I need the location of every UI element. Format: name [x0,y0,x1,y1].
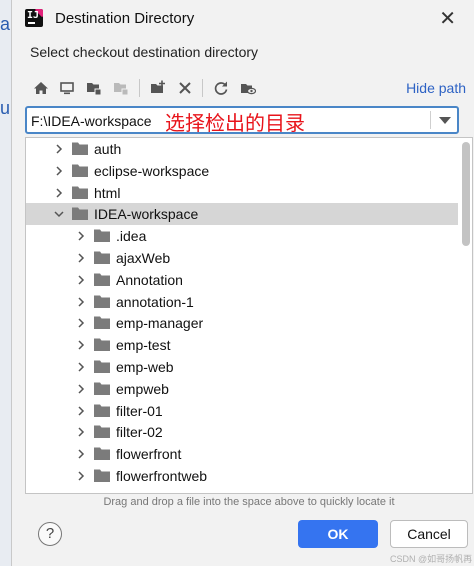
chevron-right-icon[interactable] [76,447,86,461]
chevron-right-icon[interactable] [76,404,86,418]
tree-row[interactable]: flowerfront [26,443,458,465]
dialog-title: Destination Directory [55,10,195,27]
red-annotation-text: 选择检出的目录 [165,111,305,135]
delete-icon[interactable] [174,77,196,99]
chevron-right-icon[interactable] [76,251,86,265]
folder-icon [94,273,110,286]
chevron-right-icon[interactable] [76,316,86,330]
tree-row-label: eclipse-workspace [94,162,210,179]
folder-icon [94,447,110,461]
tree-row[interactable]: filter-01 [26,400,458,422]
chevron-right-icon[interactable] [54,142,64,156]
folder-icon [94,360,110,373]
tree-row-label: IDEA-workspace [94,206,199,223]
tree-row-label: emp-manager [116,315,204,332]
drag-drop-hint: Drag and drop a file into the space abov… [103,496,395,508]
tree-row-label: ajaxWeb [116,250,171,266]
folder-icon [94,382,110,395]
folder-icon [94,316,110,330]
folder-icon [94,295,110,308]
intellij-app-icon: IJ [25,9,43,27]
tree-row[interactable]: filter-02 [26,421,458,443]
toolbar: Hide path [26,77,466,101]
tree-row[interactable]: emp-web [26,356,458,378]
tree-row-label: filter-02 [116,424,163,441]
home-icon[interactable] [30,77,52,99]
directory-tree[interactable]: auth eclipse-workspace html IDEA-workspace.… [25,137,473,494]
tree-row-label: emp-test [116,337,171,354]
chevron-down-icon[interactable] [439,117,451,124]
tree-row[interactable]: flowerfrontweb [26,465,458,487]
folder-icon [94,404,110,417]
folder-icon [94,469,110,482]
ok-button[interactable]: OK [298,520,378,548]
desktop-icon[interactable] [56,77,78,99]
chevron-right-icon[interactable] [76,338,86,352]
tree-row-label: html [94,184,121,201]
tree-row[interactable]: annotation-1 [26,291,458,313]
tree-row-label: auth [94,141,122,157]
dialog-subtitle: Select checkout destination directory [30,44,259,60]
toolbar-separator [202,79,203,97]
tree-row-label: Annotation [116,271,183,288]
chevron-right-icon[interactable] [76,469,86,483]
folder-icon [94,338,110,352]
tree-row-label: annotation-1 [116,293,194,310]
folder-icon [72,186,88,199]
tree-row-label: flowerfrontweb [116,468,208,484]
background-window-text: u [0,98,11,118]
tree-scrollbar-thumb[interactable] [462,142,470,246]
folder-icon [94,229,110,243]
tree-row[interactable]: eclipse-workspace [26,160,458,182]
close-icon[interactable]: ✕ [439,6,456,31]
chevron-right-icon[interactable] [76,229,86,243]
tree-row-label: flowerfront [116,446,182,463]
hide-path-link[interactable]: Hide path [406,80,466,96]
tree-row[interactable]: auth [26,138,458,160]
folder-icon [72,164,88,177]
tree-row[interactable]: ajaxWeb [26,247,458,269]
toolbar-separator [139,79,140,97]
tree-row[interactable]: emp-test [26,334,458,356]
show-hidden-icon[interactable] [237,77,259,99]
folder-icon [72,142,88,155]
help-button[interactable]: ? [38,522,62,546]
module-folder-icon[interactable] [110,77,132,99]
cancel-button[interactable]: Cancel [390,520,468,548]
chevron-right-icon[interactable] [76,295,86,309]
folder-icon [94,425,110,439]
watermark: CSDN @如哥扬帆再 [390,554,473,564]
chevron-right-icon[interactable] [76,360,86,374]
tree-row[interactable]: empweb [26,378,458,400]
folder-icon [72,207,88,221]
project-folder-icon[interactable] [83,77,105,99]
tree-row[interactable]: emp-manager [26,312,458,334]
destination-directory-dialog: IJ Destination Directory ✕ Select checko… [11,0,474,566]
folder-icon [94,251,110,264]
tree-row[interactable]: html [26,182,458,204]
background-window-text: a [0,14,11,34]
combobox-divider [430,111,431,129]
chevron-right-icon[interactable] [76,382,86,396]
new-folder-icon[interactable] [147,77,169,99]
tree-row-label: .idea [116,228,147,245]
tree-row-label: filter-01 [116,402,163,419]
chevron-right-icon[interactable] [76,425,86,439]
chevron-right-icon[interactable] [54,164,64,178]
tree-row[interactable]: IDEA-workspace [26,203,458,226]
chevron-right-icon[interactable] [76,273,86,287]
chevron-right-icon[interactable] [54,186,64,200]
tree-row[interactable]: Annotation [26,269,458,291]
tree-row[interactable]: .idea [26,225,458,247]
chevron-down-icon[interactable] [54,207,64,221]
title-bar: IJ Destination Directory ✕ [12,0,474,38]
tree-row-label: empweb [116,380,169,397]
refresh-icon[interactable] [210,77,232,99]
tree-row-label: emp-web [116,359,174,375]
